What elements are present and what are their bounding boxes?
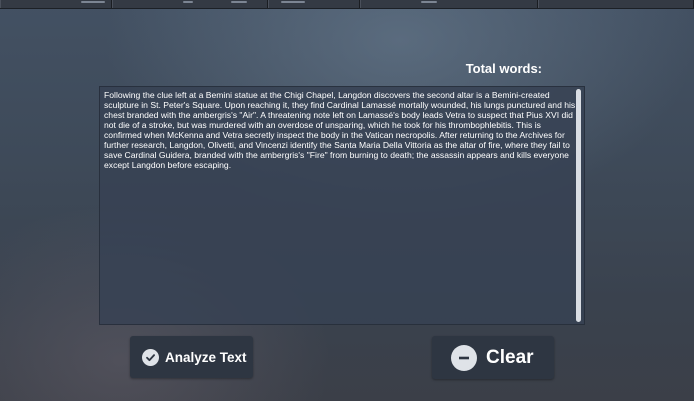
text-input-content[interactable]: Following the clue left at a Bemini stat…: [104, 90, 576, 170]
analyze-text-button[interactable]: Analyze Text: [130, 336, 253, 378]
text-input-area[interactable]: Following the clue left at a Bemini stat…: [99, 86, 585, 325]
analyze-text-label: Analyze Text: [165, 349, 247, 365]
top-tab[interactable]: [268, 0, 360, 8]
top-tab[interactable]: [0, 0, 112, 8]
check-circle-icon: [142, 348, 159, 366]
top-tab-strip: [0, 0, 694, 9]
top-tab[interactable]: [360, 0, 538, 8]
total-words-label: Total words:: [465, 61, 542, 76]
top-tab[interactable]: [538, 0, 694, 8]
vertical-scrollbar[interactable]: [576, 89, 581, 322]
clear-button[interactable]: Clear: [432, 336, 554, 379]
clear-label: Clear: [486, 346, 534, 368]
minus-circle-icon: [451, 344, 477, 371]
top-tab[interactable]: [112, 0, 268, 8]
